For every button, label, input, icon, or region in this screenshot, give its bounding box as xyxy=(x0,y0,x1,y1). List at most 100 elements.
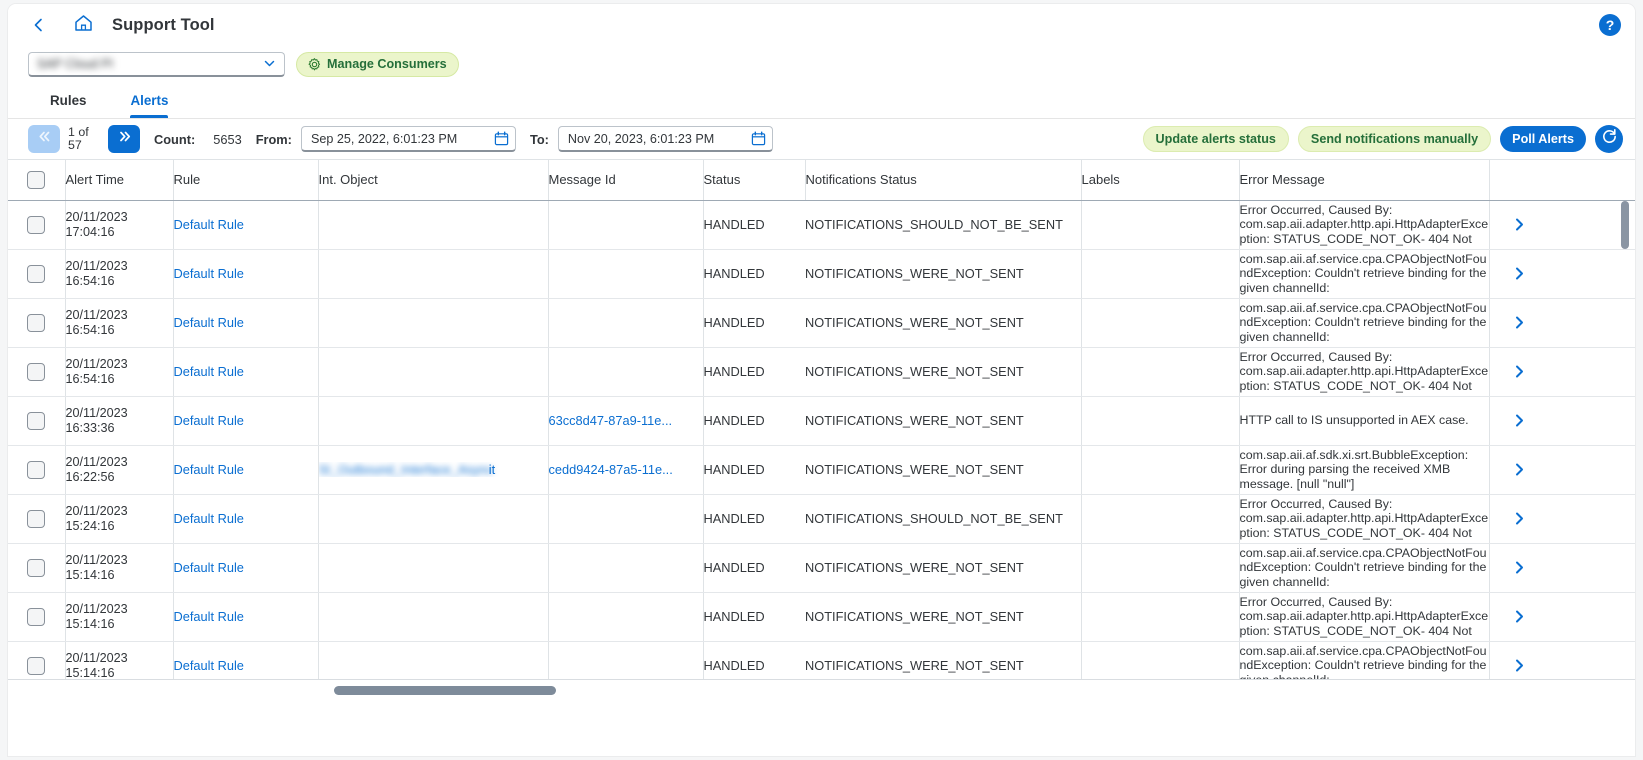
to-date-input[interactable]: Nov 20, 2023, 6:01:23 PM xyxy=(557,126,773,152)
chevron-right-icon[interactable] xyxy=(1490,560,1550,575)
row-checkbox[interactable] xyxy=(27,264,46,283)
calendar-icon[interactable] xyxy=(494,131,509,146)
rule-link[interactable]: Default Rule xyxy=(174,217,244,232)
table-row[interactable]: 20/11/2023 16:22:56 Default Rule SI_Outboun… xyxy=(8,445,1635,495)
alert-time-clock: 15:14:16 xyxy=(65,616,115,631)
cell-expand[interactable] xyxy=(1489,298,1550,348)
home-button[interactable] xyxy=(68,12,98,38)
table-row[interactable]: 20/11/2023 16:33:36 Default Rule 63cc8d47-8… xyxy=(8,396,1635,446)
to-date-value: Nov 20, 2023, 6:01:23 PM xyxy=(567,131,715,146)
rule-link[interactable]: Default Rule xyxy=(174,511,244,526)
row-checkbox[interactable] xyxy=(27,313,46,332)
row-checkbox[interactable] xyxy=(27,411,46,430)
alert-time-clock: 17:04:16 xyxy=(65,224,115,239)
vertical-scrollbar-thumb[interactable] xyxy=(1621,201,1629,249)
table-row[interactable]: 20/11/2023 15:14:16 Default Rule HANDLED NOT… xyxy=(8,592,1635,642)
alerts-table: Alert Time Rule Int. Object Message Id S… xyxy=(8,160,1635,691)
poll-alerts-button[interactable]: Poll Alerts xyxy=(1500,126,1586,152)
consumer-select[interactable]: SAP Cloud PI xyxy=(28,51,285,77)
column-header-error-message[interactable]: Error Message xyxy=(1239,160,1490,201)
horizontal-scrollbar-thumb[interactable] xyxy=(334,686,556,695)
cell-error-message: Error Occurred, Caused By: com.sap.aii.a… xyxy=(1239,494,1490,544)
alert-time-clock: 16:33:36 xyxy=(65,420,115,435)
update-alerts-status-button[interactable]: Update alerts status xyxy=(1142,126,1289,152)
rule-link[interactable]: Default Rule xyxy=(174,609,244,624)
chevron-right-icon[interactable] xyxy=(1490,364,1550,379)
cell-error-message: com.sap.aii.af.service.cpa.CPAObjectNotF… xyxy=(1239,543,1490,593)
cell-status: HANDLED xyxy=(703,249,805,299)
chevron-right-icon[interactable] xyxy=(1490,217,1550,232)
column-header-alert-time[interactable]: Alert Time xyxy=(65,160,174,201)
cell-int-object xyxy=(318,347,549,397)
table-row[interactable]: 20/11/2023 15:24:16 Default Rule HANDLED NOT… xyxy=(8,494,1635,544)
rule-link[interactable]: Default Rule xyxy=(174,413,244,428)
rule-link[interactable]: Default Rule xyxy=(174,560,244,575)
chevron-right-icon[interactable] xyxy=(1490,315,1550,330)
cell-message-id xyxy=(548,200,704,250)
column-header-status[interactable]: Status xyxy=(703,160,806,201)
cell-expand[interactable] xyxy=(1489,396,1550,446)
cell-expand[interactable] xyxy=(1489,445,1550,495)
column-header-rule[interactable]: Rule xyxy=(173,160,319,201)
alert-time-date: 20/11/2023 xyxy=(65,503,128,518)
vertical-scrollbar[interactable] xyxy=(1621,201,1629,701)
message-id-link[interactable]: cedd9424-87a5-11e... xyxy=(549,462,673,477)
cell-expand[interactable] xyxy=(1489,543,1550,593)
chevron-right-icon[interactable] xyxy=(1490,658,1550,673)
horizontal-scrollbar[interactable] xyxy=(8,679,1635,701)
row-select-cell xyxy=(8,249,66,299)
row-checkbox[interactable] xyxy=(27,460,46,479)
table-row[interactable]: 20/11/2023 16:54:16 Default Rule HANDLED NOT… xyxy=(8,347,1635,397)
column-header-int-object[interactable]: Int. Object xyxy=(318,160,549,201)
row-checkbox[interactable] xyxy=(27,607,46,626)
alert-time-date: 20/11/2023 xyxy=(65,405,128,420)
alerts-table-container: Alert Time Rule Int. Object Message Id S… xyxy=(8,160,1635,701)
rule-link[interactable]: Default Rule xyxy=(174,364,244,379)
column-header-labels[interactable]: Labels xyxy=(1081,160,1240,201)
manage-consumers-button[interactable]: Manage Consumers xyxy=(296,51,459,77)
notifications-status-value: NOTIFICATIONS_WERE_NOT_SENT xyxy=(805,560,1024,575)
cell-expand[interactable] xyxy=(1489,347,1550,397)
calendar-icon[interactable] xyxy=(751,131,766,146)
cell-expand[interactable] xyxy=(1489,200,1550,250)
row-checkbox[interactable] xyxy=(27,215,46,234)
chevron-right-icon[interactable] xyxy=(1490,609,1550,624)
cell-error-message: com.sap.aii.af.service.cpa.CPAObjectNotF… xyxy=(1239,249,1490,299)
cell-expand[interactable] xyxy=(1489,249,1550,299)
cell-int-object xyxy=(318,298,549,348)
tab-rules[interactable]: Rules xyxy=(28,82,108,118)
from-date-input[interactable]: Sep 25, 2022, 6:01:23 PM xyxy=(300,126,516,152)
chevron-right-icon[interactable] xyxy=(1490,266,1550,281)
back-button[interactable] xyxy=(26,12,52,38)
chevron-right-icon[interactable] xyxy=(1490,511,1550,526)
alert-time-clock: 16:54:16 xyxy=(65,273,115,288)
table-row[interactable]: 20/11/2023 15:14:16 Default Rule HANDLED NOT… xyxy=(8,543,1635,593)
rule-link[interactable]: Default Rule xyxy=(174,658,244,673)
select-all-checkbox[interactable] xyxy=(27,170,46,189)
row-checkbox[interactable] xyxy=(27,558,46,577)
chevron-right-icon[interactable] xyxy=(1490,413,1550,428)
table-row[interactable]: 20/11/2023 17:04:16 Default Rule HANDLED NOT… xyxy=(8,200,1635,250)
table-row[interactable]: 20/11/2023 16:54:16 Default Rule HANDLED NOT… xyxy=(8,298,1635,348)
row-checkbox[interactable] xyxy=(27,509,46,528)
row-checkbox[interactable] xyxy=(27,362,46,381)
rule-link[interactable]: Default Rule xyxy=(174,266,244,281)
refresh-button[interactable] xyxy=(1595,125,1623,153)
help-icon[interactable]: ? xyxy=(1599,14,1621,36)
cell-expand[interactable] xyxy=(1489,494,1550,544)
column-header-message-id[interactable]: Message Id xyxy=(548,160,704,201)
int-object-value: SI_Outbound_Interface_Async xyxy=(318,462,493,477)
previous-page-button[interactable] xyxy=(28,125,60,153)
rule-link[interactable]: Default Rule xyxy=(174,315,244,330)
rule-link[interactable]: Default Rule xyxy=(174,462,244,477)
message-id-link[interactable]: 63cc8d47-87a9-11e... xyxy=(549,413,673,428)
cell-expand[interactable] xyxy=(1489,592,1550,642)
error-message-value: com.sap.aii.af.service.cpa.CPAObjectNotF… xyxy=(1239,251,1487,295)
row-checkbox[interactable] xyxy=(27,656,46,675)
table-row[interactable]: 20/11/2023 16:54:16 Default Rule HANDLED NOT… xyxy=(8,249,1635,299)
send-notifications-manually-button[interactable]: Send notifications manually xyxy=(1297,126,1492,152)
tab-alerts[interactable]: Alerts xyxy=(108,82,190,118)
chevron-right-icon[interactable] xyxy=(1490,462,1550,477)
next-page-button[interactable] xyxy=(108,125,140,153)
column-header-notifications-status[interactable]: Notifications Status xyxy=(805,160,1082,201)
